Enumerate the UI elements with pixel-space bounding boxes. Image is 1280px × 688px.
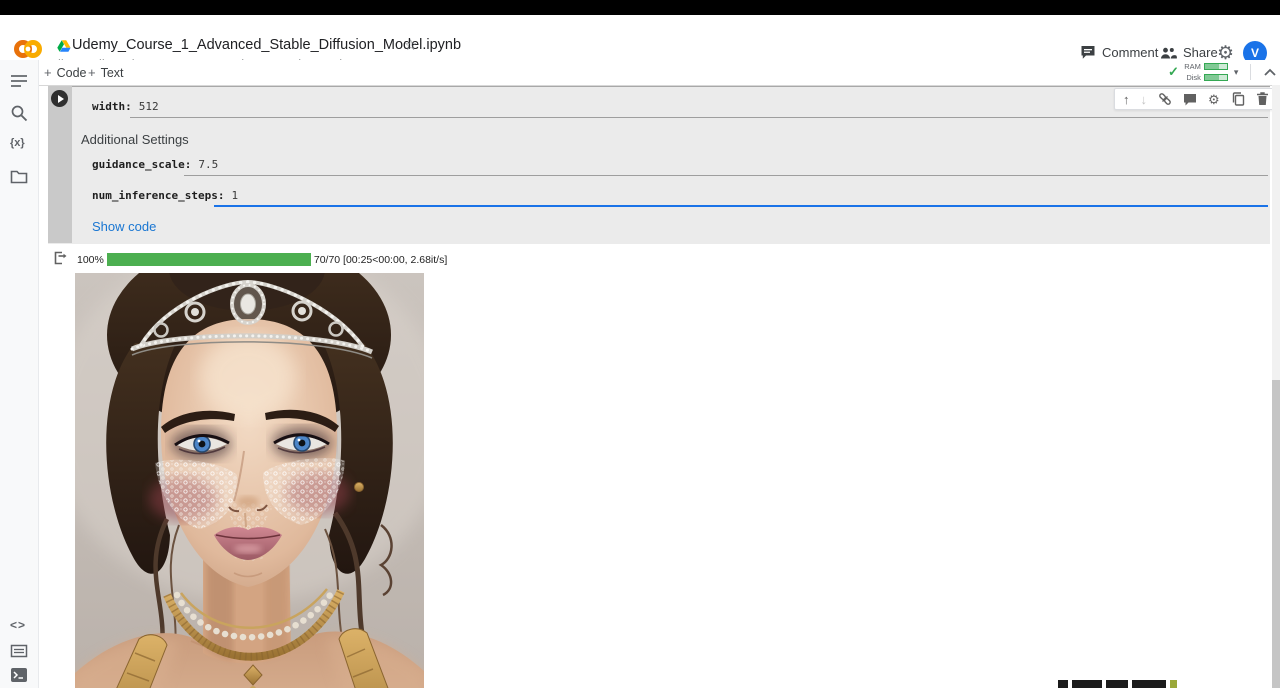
comment-label: Comment (1102, 45, 1158, 60)
scrollbar-thumb[interactable] (1272, 380, 1280, 688)
add-text-button[interactable]: + Text (88, 65, 124, 80)
field-value[interactable]: 1 (231, 189, 238, 202)
copy-cell-icon[interactable] (1231, 92, 1245, 106)
show-code-link[interactable]: Show code (92, 219, 156, 234)
colab-app: Udemy_Course_1_Advanced_Stable_Diffusion… (0, 0, 1280, 688)
plus-icon: + (44, 65, 52, 80)
comment-icon (1080, 45, 1096, 60)
notebook-title[interactable]: Udemy_Course_1_Advanced_Stable_Diffusion… (72, 37, 461, 53)
drive-icon (57, 40, 71, 52)
collapse-sections-icon[interactable] (1263, 67, 1277, 77)
star-icon[interactable]: ☆ (404, 36, 417, 54)
connected-check-icon: ✓ (1168, 64, 1179, 80)
notebook-toolbar (38, 60, 1280, 86)
files-icon[interactable] (10, 168, 28, 186)
plus-icon: + (88, 65, 96, 80)
cell-gutter (48, 86, 72, 243)
cell-settings-icon[interactable]: ⚙ (1208, 93, 1220, 106)
add-code-label: Code (57, 66, 87, 80)
command-palette-icon[interactable] (10, 642, 28, 660)
progress-row: 100% 70/70 [00:25<00:00, 2.68it/s] (77, 253, 447, 266)
field-value[interactable]: 7.5 (198, 158, 218, 171)
move-cell-up-icon[interactable]: ↑ (1123, 93, 1130, 106)
cell-output-icon (52, 250, 68, 266)
run-cell-button[interactable] (51, 90, 68, 107)
copy-link-icon[interactable] (1158, 92, 1172, 106)
fragment-mark (1170, 680, 1177, 688)
field-label: width: (92, 100, 132, 113)
field-label: guidance_scale: (92, 158, 191, 171)
field-label: num_inference_steps: (92, 189, 224, 202)
header: Udemy_Course_1_Advanced_Stable_Diffusion… (0, 15, 1280, 60)
move-cell-down-icon[interactable]: ↓ (1141, 93, 1148, 106)
form-field-num-inference-steps[interactable]: num_inference_steps: 1 (92, 189, 238, 202)
progress-percent: 100% (77, 254, 104, 266)
resource-gauges: RAM Disk (1183, 62, 1228, 82)
disk-gauge (1204, 74, 1228, 81)
add-comment-icon[interactable] (1183, 93, 1197, 106)
field-underline-focused (214, 205, 1268, 207)
form-field-width[interactable]: width: 512 (92, 100, 159, 113)
field-value[interactable]: 512 (139, 100, 159, 113)
progress-bar (107, 253, 311, 266)
form-section-title: Additional Settings (81, 132, 189, 147)
left-sidebar: {x} <> (0, 60, 39, 688)
cell-toolbar: ↑ ↓ ⚙ ⋮ (1114, 88, 1280, 110)
disk-label: Disk (1183, 73, 1201, 82)
progress-status: 70/70 [00:25<00:00, 2.68it/s] (314, 254, 447, 266)
share-label: Share (1183, 45, 1218, 60)
form-field-guidance-scale[interactable]: guidance_scale: 7.5 (92, 158, 218, 171)
field-underline (184, 175, 1268, 176)
search-icon[interactable] (10, 104, 28, 122)
terminal-icon[interactable] (10, 666, 28, 684)
ram-label: RAM (1183, 62, 1201, 71)
variables-icon[interactable]: {x} (10, 137, 28, 155)
colab-logo-icon (12, 38, 44, 60)
share-button[interactable]: Share (1160, 45, 1218, 60)
ram-gauge (1204, 63, 1228, 70)
resources-indicator[interactable]: ✓ RAM Disk ▾ (1168, 62, 1277, 82)
caret-down-icon[interactable]: ▾ (1234, 67, 1239, 78)
field-underline (130, 117, 1268, 118)
add-code-button[interactable]: + Code (44, 65, 86, 80)
toolbar-divider (1250, 64, 1251, 80)
generated-image (75, 273, 424, 688)
table-of-contents-icon[interactable] (10, 72, 28, 90)
comment-button[interactable]: Comment (1080, 45, 1158, 60)
form-cell[interactable] (48, 86, 1270, 244)
delete-cell-icon[interactable] (1256, 92, 1269, 106)
window-top-strip (0, 0, 1280, 15)
add-text-label: Text (101, 66, 124, 80)
partially-visible-content-fragment (1058, 680, 1208, 688)
progress-fill (107, 253, 311, 266)
code-snippets-icon[interactable]: <> (10, 618, 28, 636)
share-icon (1160, 46, 1177, 60)
